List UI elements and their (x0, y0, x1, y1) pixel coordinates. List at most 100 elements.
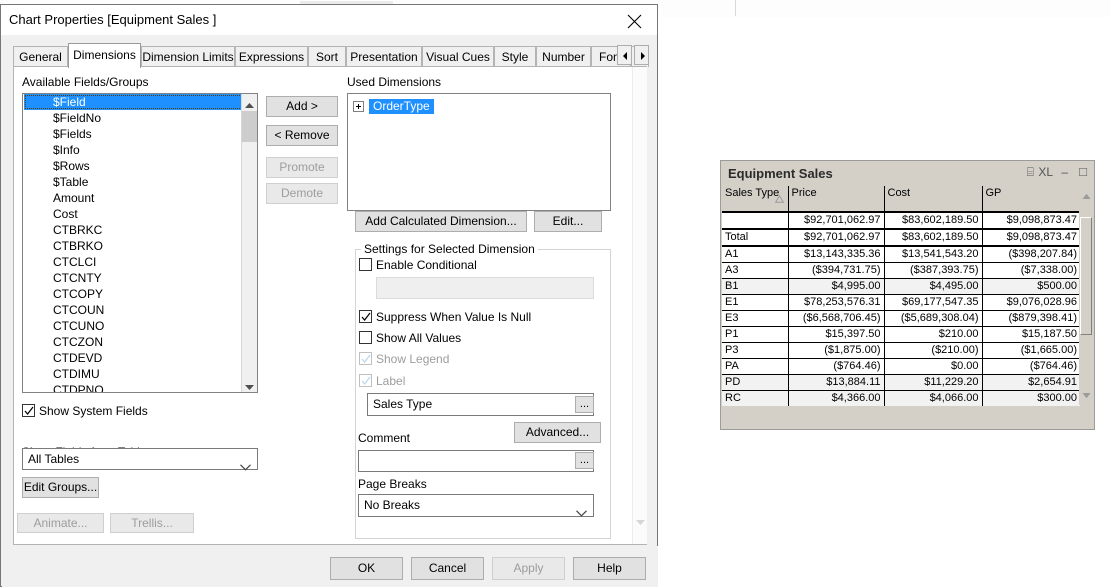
list-item[interactable]: CTCOUN (23, 302, 244, 318)
panel-scrollbar[interactable] (632, 67, 647, 544)
edit-dimension-button[interactable]: Edit... (534, 211, 602, 232)
print-icon[interactable]: ⌸ (1027, 165, 1034, 180)
tab-number[interactable]: Number (536, 46, 591, 67)
available-fields-label: Available Fields/Groups (22, 75, 149, 89)
chevron-down-icon[interactable] (1082, 388, 1091, 402)
comment-input[interactable] (358, 450, 594, 472)
list-item[interactable]: Cost (23, 206, 244, 222)
list-item[interactable]: CTCZON (23, 334, 244, 350)
cell-sales-type: B1 (722, 278, 789, 295)
cell-price: $92,701,062.97 (788, 229, 885, 247)
scrollbar-thumb[interactable] (242, 111, 257, 142)
column-header-cost[interactable]: Cost (884, 186, 983, 213)
chevron-down-icon[interactable] (245, 379, 254, 390)
list-item[interactable]: CTDPNO (23, 382, 244, 392)
list-item[interactable]: CTCNTY (23, 270, 244, 286)
show-system-fields-checkbox[interactable] (22, 404, 35, 417)
tab-visual-cues[interactable]: Visual Cues (422, 46, 494, 67)
chevron-up-icon[interactable] (1082, 189, 1091, 203)
comment-browse-button[interactable]: ... (575, 452, 594, 469)
scrollbar-thumb[interactable] (1080, 217, 1092, 335)
enable-conditional-label: Enable Conditional (376, 258, 477, 272)
cell-sales-type: PD (722, 374, 789, 391)
used-dimension-label[interactable]: OrderType (369, 99, 434, 114)
table-row[interactable]: A1 $13,143,335.36 $13,541,543.20 ($398,2… (722, 246, 1080, 263)
dimension-label-browse-button[interactable]: ... (575, 396, 594, 413)
add-dimension-button[interactable]: Add > (266, 96, 338, 117)
cancel-button[interactable]: Cancel (411, 557, 484, 580)
enable-conditional-checkbox[interactable] (359, 258, 372, 271)
table-row[interactable]: PA ($764.46) $0.00 ($764.46) (722, 358, 1080, 375)
page-breaks-label: Page Breaks (358, 477, 427, 491)
column-header-price[interactable]: Price (788, 186, 885, 213)
show-all-values-checkbox[interactable] (359, 331, 372, 344)
available-fields-listbox[interactable]: $Field $FieldNo $Fields $Info $Rows $Tab… (22, 93, 258, 393)
list-item[interactable]: CTBRKC (23, 222, 244, 238)
list-item[interactable]: CTBRKO (23, 238, 244, 254)
cell-price: $4,366.00 (788, 390, 885, 406)
list-item[interactable]: $FieldNo (23, 110, 244, 126)
chevron-down-icon[interactable] (240, 457, 251, 477)
column-header-sales-type[interactable]: Sales Type (722, 186, 789, 213)
add-calculated-dimension-button[interactable]: Add Calculated Dimension... (355, 211, 527, 232)
table-vertical-scrollbar[interactable] (1079, 187, 1093, 405)
list-item[interactable]: CTDEVD (23, 350, 244, 366)
table-filter-select[interactable]: All Tables (22, 448, 258, 471)
tab-general[interactable]: General (13, 46, 68, 67)
chevron-down-icon[interactable] (636, 515, 645, 529)
chevron-up-icon[interactable] (245, 98, 254, 108)
cell-sales-type: A1 (722, 246, 789, 263)
list-item[interactable]: CTCUNO (23, 318, 244, 334)
list-item[interactable]: $Rows (23, 158, 244, 174)
chevron-right-icon[interactable] (634, 45, 649, 65)
list-item[interactable]: Amount (23, 190, 244, 206)
table-row[interactable]: Total $92,701,062.97 $83,602,189.50 $9,0… (722, 229, 1080, 247)
dimension-label-input[interactable]: Sales Type (367, 393, 594, 416)
ok-button[interactable]: OK (330, 557, 403, 580)
table-row[interactable]: A3 ($394,731.75) ($387,393.75) ($7,338.0… (722, 262, 1080, 279)
suppress-when-null-checkbox[interactable] (359, 310, 372, 323)
remove-dimension-button[interactable]: < Remove (266, 125, 338, 146)
export-excel-icon[interactable]: XL (1038, 165, 1053, 179)
chart-data-table[interactable]: Sales Type Price Cost GP $92,701,062.97 … (722, 186, 1080, 406)
list-item[interactable]: CTCOPY (23, 286, 244, 302)
table-row[interactable]: E3 ($6,568,706.45) ($5,689,308.04) ($879… (722, 310, 1080, 327)
list-item[interactable]: $Table (23, 174, 244, 190)
maximize-icon[interactable]: □ (1079, 164, 1087, 179)
table-row[interactable]: P3 ($1,875.00) ($210.00) ($1,665.00) (722, 342, 1080, 359)
advanced-button[interactable]: Advanced... (514, 422, 601, 443)
table-row[interactable]: E1 $78,253,576.31 $69,177,547.35 $9,076,… (722, 294, 1080, 311)
help-button[interactable]: Help (573, 557, 646, 580)
close-icon[interactable] (612, 5, 657, 34)
minimize-icon[interactable]: – (1061, 165, 1068, 179)
list-item[interactable]: CTDIMU (23, 366, 244, 382)
tab-style[interactable]: Style (494, 46, 536, 67)
list-item[interactable]: $Fields (23, 126, 244, 142)
cell-cost: ($5,689,308.04) (884, 310, 983, 327)
used-dimensions-listbox[interactable]: OrderType (347, 93, 611, 211)
cell-gp: ($7,338.00) (982, 262, 1080, 279)
available-fields-scrollbar[interactable] (241, 94, 257, 392)
tab-dimensions[interactable]: Dimensions (68, 43, 141, 68)
list-item[interactable]: CTCLCI (23, 254, 244, 270)
page-breaks-select[interactable]: No Breaks (358, 494, 594, 517)
list-item[interactable]: $Field (24, 94, 243, 110)
table-row[interactable]: P1 $15,397.50 $210.00 $15,187.50 (722, 326, 1080, 343)
table-row[interactable]: RC $4,366.00 $4,066.00 $300.00 (722, 390, 1080, 406)
table-row[interactable]: PD $13,884.11 $11,229.20 $2,654.91 (722, 374, 1080, 391)
list-item[interactable]: $Info (23, 142, 244, 158)
tab-expressions[interactable]: Expressions (235, 46, 308, 67)
tab-presentation[interactable]: Presentation (346, 46, 422, 67)
sort-ascending-icon[interactable] (774, 194, 784, 206)
tab-dimension-limits[interactable]: Dimension Limits (141, 46, 235, 67)
expand-plus-icon[interactable] (353, 101, 364, 112)
edit-groups-button[interactable]: Edit Groups... (22, 477, 99, 498)
trellis-button: Trellis... (110, 513, 194, 533)
table-row[interactable]: B1 $4,995.00 $4,495.00 $500.00 (722, 278, 1080, 295)
table-row[interactable]: $92,701,062.97 $83,602,189.50 $9,098,873… (722, 212, 1080, 230)
chevron-down-icon[interactable] (576, 503, 587, 524)
comment-label: Comment (358, 431, 411, 445)
tab-sort[interactable]: Sort (308, 46, 346, 67)
chevron-left-icon[interactable] (617, 45, 632, 65)
column-header-gp[interactable]: GP (982, 186, 1080, 213)
